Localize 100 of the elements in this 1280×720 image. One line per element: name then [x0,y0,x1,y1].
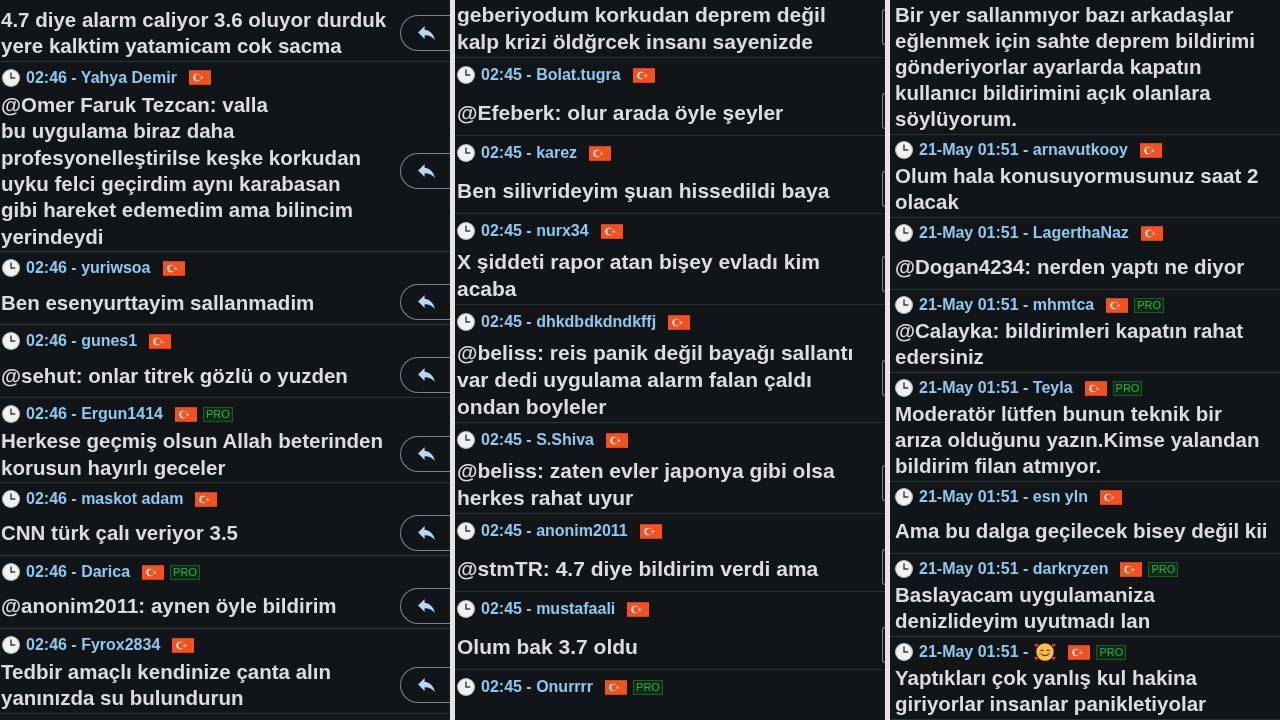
flag-icon [668,314,691,330]
reply-icon [418,295,435,310]
message-text: @beliss: zaten evler japonya gibi olsa herkes rahat uyur [457,457,835,511]
message-text: Moderatör lütfen bunun teknik bir arıza olduğunu yazın.Kimse yalandan bildirim filan atmıyor. [895,401,1260,479]
message-text: X şiddeti rapor atan bişey evladı kim acaba [457,248,820,302]
clock-icon [895,224,913,242]
flag-icon [627,601,650,617]
message-text: @anonim2011: aynen öyle bildirim [1,593,337,620]
flag-icon [600,223,623,239]
clock-icon [457,522,475,540]
clock-icon [457,313,475,331]
flag-icon [149,333,172,349]
flag-icon [162,260,185,276]
reply-icon [418,368,435,383]
message-text: @beliss: reis panik değil bayağı sallantı var dedi uygulama alarm falan çaldı ondan boyleler [457,339,854,420]
clock-icon [895,488,913,506]
pro-badge: PRO [633,679,663,695]
message-meta: 02:45 - dhkdbdkdndkffj [481,312,657,332]
pro-badge: PRO [1148,561,1179,577]
flag-icon [605,679,628,695]
message-text: Baslayacam uygulamaniza denizlideyim uyutmadı lan [895,582,1155,634]
message-meta: 02:46 - Yahya Demir [26,67,177,88]
message-meta: 02:46 - yuriwsoa [26,258,151,279]
clock-icon [457,600,475,618]
message-meta: 21-May 01:51 - LagerthaNaz [919,223,1129,243]
message-text: 4.7 diye alarm caliyor 3.6 oluyor durduk yere kalktim yatamicam cok sacma [1,7,387,60]
message-text: @sehut: onlar titrek gözlü o yuzden [1,362,348,389]
message-meta: 02:45 - Onurrrr [481,677,594,697]
flag-icon [172,637,195,653]
message-meta: 02:45 - Bolat.tugra [481,65,621,85]
message-meta: 02:45 - karez [481,143,578,163]
flag-icon [174,406,197,422]
clock-icon [895,560,913,578]
message-meta: 21-May 01:51 - esn yln [919,487,1088,507]
message-meta: 21-May 01:51 - arnavutkooy [919,140,1128,160]
message-meta: 02:46 - Darica [26,562,131,583]
pro-badge: PRO [1112,380,1143,396]
flag-icon [632,67,655,83]
clock-icon [2,636,20,655]
clock-icon [2,563,20,582]
clock-icon [457,144,475,162]
message-text: geberiyodum korkudan deprem değil kalp krizi öldğrcek insanı sayenizde [457,1,826,55]
reply-icon [418,677,435,692]
clock-icon [2,259,20,278]
clock-icon [2,490,20,509]
flag-icon [1099,489,1122,505]
reply-icon [418,599,435,614]
message-meta: 21-May 01:51 - [919,642,1029,662]
message-text: Ben esenyurttayim sallanmadim [1,289,315,316]
message-meta: 02:45 - S.Shiva [481,430,594,450]
reply-icon [418,25,435,40]
flag-icon [195,491,218,507]
clock-icon [457,678,475,696]
flag-icon [1120,561,1143,577]
message-meta: 02:45 - mustafaali [481,599,616,619]
clock-icon [895,141,913,159]
flag-icon [142,564,165,580]
message-text: CNN türk çalı veriyor 3.5 [1,520,238,547]
flag-icon [589,145,612,161]
clock-icon [2,405,20,424]
message-text: @Efeberk: olur arada öyle şeyler [457,99,784,126]
message-text: Yaptıkları çok yanlış kul hakina giriyorlar insanlar panikletiyolar [895,665,1207,717]
flag-icon [1106,297,1129,313]
pro-badge: PRO [202,406,233,422]
clock-icon [895,296,913,314]
message-meta: 02:46 - maskot adam [26,489,184,510]
flag-icon [188,70,211,86]
pro-badge: PRO [1096,644,1127,660]
message-text: @Dogan4234: nerden yaptı ne diyor [895,253,1245,280]
flag-icon [605,432,628,448]
clock-icon [457,66,475,84]
clock-icon [457,222,475,240]
clock-icon [457,431,475,449]
message-meta: 21-May 01:51 - mhmtca [919,295,1095,315]
pro-badge: PRO [1134,297,1165,313]
message-text: @Omer Faruk Tezcan: valla bu uygulama biraz daha profesyonelleştirilse keşke korkudan uyku felci geçirdim aynı karabasan gibi hareket edemedim ama bilincim yerindeydi [1,91,362,250]
message-text: Olum hala konusuyormusunuz saat 2 olacak [895,163,1259,215]
clock-icon [895,379,913,397]
pro-badge: PRO [170,564,200,580]
message-meta: 21-May 01:51 - Teyla [919,378,1073,398]
flag-icon [1140,225,1163,241]
clock-icon [2,68,20,87]
reply-icon [418,163,435,178]
message-text: Ama bu dalga geçilecek bisey değil kii [895,517,1268,544]
flag-icon [639,523,662,539]
message-text: @stmTR: 4.7 diye bildirim verdi ama [457,555,819,582]
flag-icon [1068,644,1091,660]
reply-icon [418,447,435,462]
message-text: Olum bak 3.7 oldu [457,633,638,660]
message-meta: 21-May 01:51 - darkryzen [919,559,1109,579]
message-text: Herkese geçmiş olsun Allah beterinden korusun hayırlı geceler [1,428,384,481]
message-text: Tedbir amaçlı kendinize çanta alın yanınızda su bulundurun [1,659,331,712]
message-text: Bir yer sallanmıyor bazı arkadaşlar eğlenmek için sahte deprem bildirimi gönderiyorlar ayarlarda kapatın kullanıcı bildirimini açık olanlara söylüyorum. [895,2,1255,132]
message-meta: 02:45 - anonim2011 [481,521,628,541]
message-meta: 02:45 - nurx34 [481,221,589,241]
flag-icon [1140,142,1162,158]
message-meta: 02:46 - gunes1 [26,331,138,352]
clock-icon [2,332,20,351]
message-text: @Calayka: bildirimleri kapatın rahat edersiniz [895,318,1244,370]
message-text: Ben silivrideyim şuan hissedildi baya [457,177,830,204]
